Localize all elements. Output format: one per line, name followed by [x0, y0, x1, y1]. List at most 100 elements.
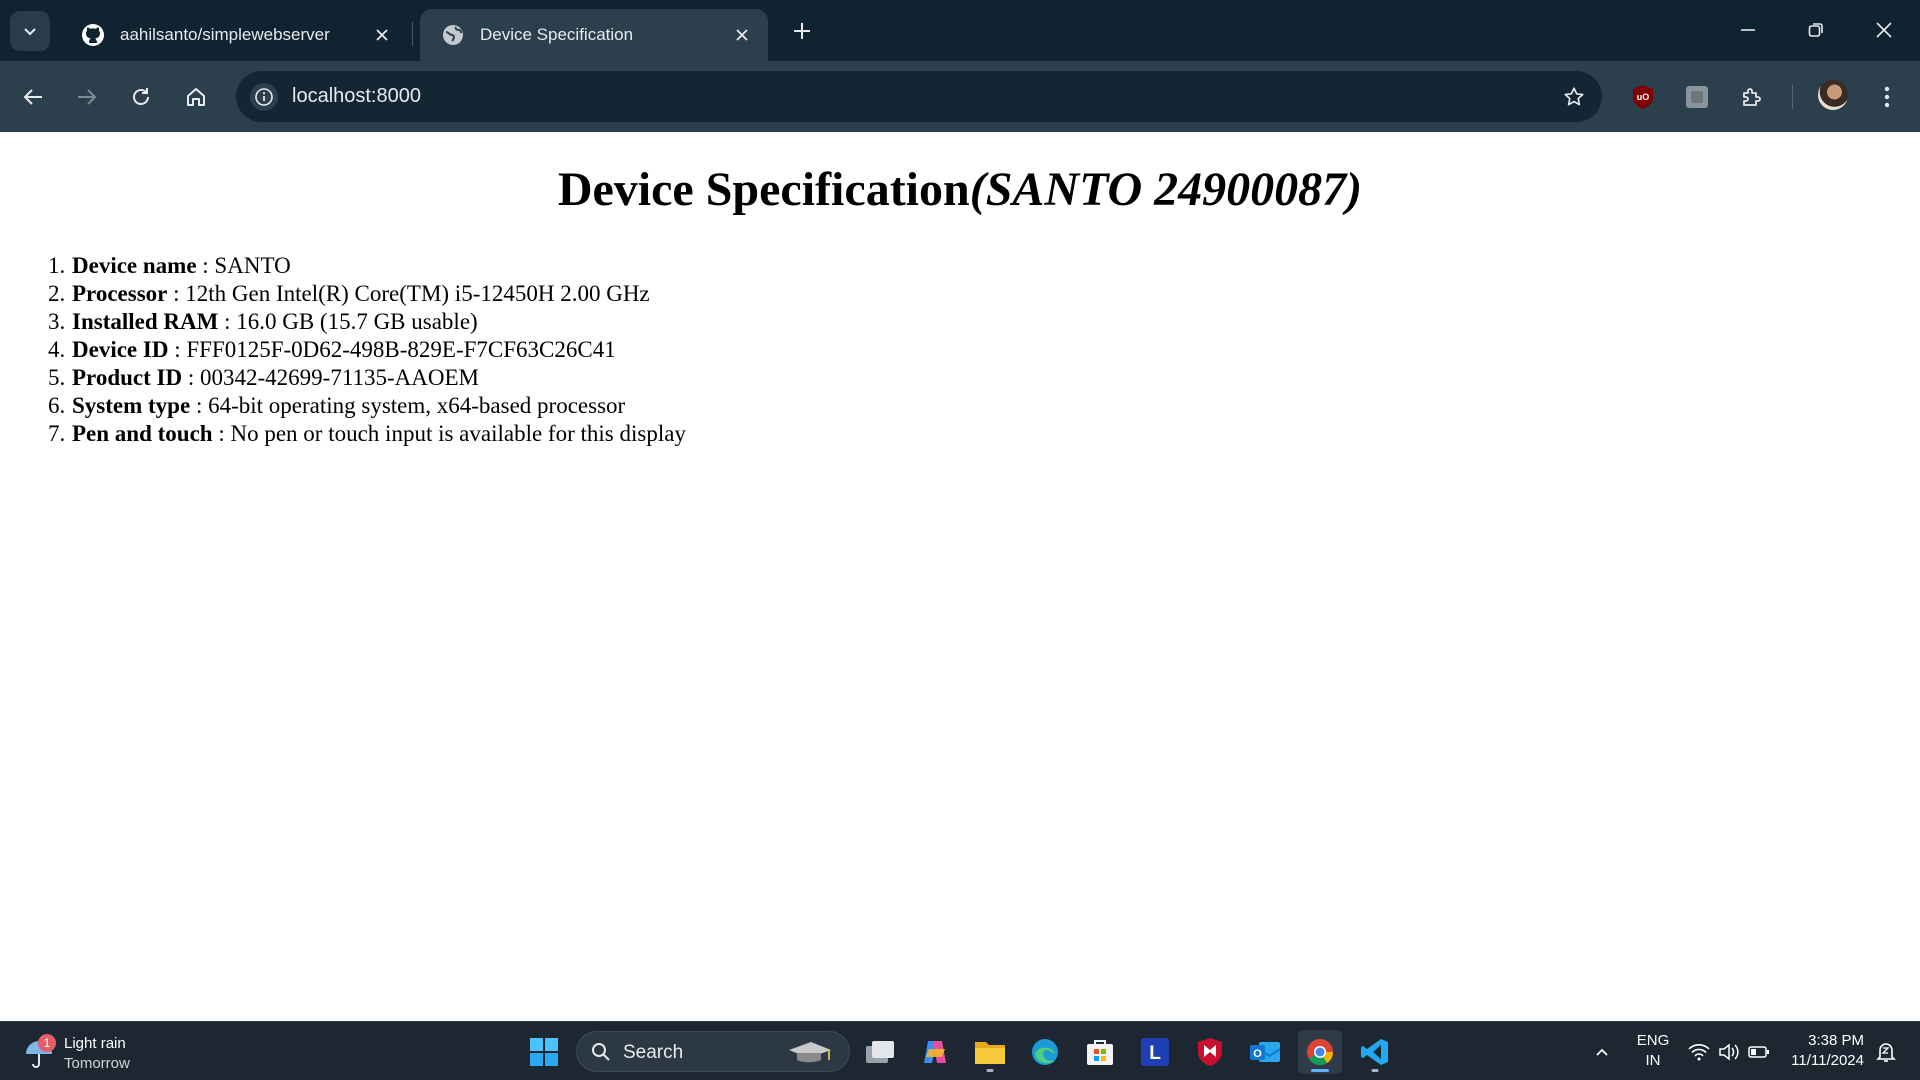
task-view-icon: [866, 1041, 894, 1063]
tab-github[interactable]: aahilsanto/simplewebserver: [60, 9, 408, 61]
list-item: 4. Device ID : FFF0125F-0D62-498B-829E-F7…: [48, 336, 686, 364]
edge-app[interactable]: [1023, 1030, 1067, 1074]
chevron-down-icon: [24, 28, 36, 36]
tab-search-button[interactable]: [10, 11, 50, 51]
home-icon: [187, 88, 205, 106]
copilot-app[interactable]: [913, 1030, 957, 1074]
graduation-cap-icon: [789, 1042, 831, 1063]
window-close-button[interactable]: [1862, 10, 1906, 50]
list-number: 7.: [48, 421, 66, 446]
search-label: Search: [623, 1042, 684, 1063]
list-number: 1.: [48, 253, 66, 278]
windows-logo-icon: [530, 1038, 558, 1066]
list-item: 3. Installed RAM : 16.0 GB (15.7 GB usabl…: [48, 308, 686, 336]
notifications-button[interactable]: [1872, 1030, 1900, 1074]
more-vertical-icon: [1884, 86, 1890, 108]
notification-badge: 1: [38, 1034, 56, 1052]
letter-l-icon: L: [1141, 1038, 1169, 1066]
outlook-icon: O: [1250, 1042, 1281, 1062]
edge-icon: [1032, 1039, 1058, 1065]
home-button[interactable]: [177, 78, 215, 116]
language-indicator[interactable]: ENG IN: [1630, 1031, 1676, 1071]
running-indicator: [986, 1069, 994, 1072]
store-icon: [1087, 1040, 1113, 1065]
bookmark-star-icon[interactable]: [1560, 83, 1588, 111]
spec-label: Product ID: [72, 365, 183, 390]
url-text[interactable]: localhost:8000: [292, 85, 421, 108]
web-page: Device Specification(SANTO 24900087) 1. D…: [0, 132, 1920, 1021]
outlook-app[interactable]: O: [1243, 1030, 1287, 1074]
chevron-up-icon: [1596, 1048, 1608, 1056]
back-button[interactable]: [14, 78, 52, 116]
close-icon[interactable]: [730, 23, 754, 47]
page-title: Device Specification(SANTO 24900087): [0, 162, 1920, 217]
arrow-left-icon: [23, 89, 42, 105]
list-number: 5.: [48, 365, 66, 390]
show-hidden-icons-button[interactable]: [1590, 1030, 1614, 1074]
list-item: 2. Processor : 12th Gen Intel(R) Core(TM)…: [48, 280, 686, 308]
weather-subtitle: Tomorrow: [64, 1055, 130, 1072]
microsoft-store-app[interactable]: [1078, 1030, 1122, 1074]
new-tab-button[interactable]: [786, 15, 818, 47]
list-item: 7. Pen and touch : No pen or touch input …: [48, 420, 686, 448]
plus-icon: [794, 23, 810, 39]
restore-icon: [1808, 23, 1823, 37]
reload-icon: [133, 88, 149, 105]
tab-strip: aahilsanto/simplewebserver Device Specif…: [0, 0, 1920, 61]
extension-icon[interactable]: [1678, 78, 1716, 116]
clock-date: 11/11/2024: [1791, 1052, 1864, 1069]
list-number: 3.: [48, 309, 66, 334]
copilot-icon: [924, 1041, 946, 1063]
taskbar-search[interactable]: Search: [576, 1031, 850, 1072]
svg-text:L: L: [1149, 1043, 1161, 1064]
quick-settings-button[interactable]: [1684, 1030, 1774, 1074]
weather-widget[interactable]: 1 Light rain Tomorrow: [22, 1030, 152, 1074]
spec-label: Device ID: [72, 337, 169, 362]
start-button[interactable]: [522, 1030, 566, 1074]
spec-value: : 16.0 GB (15.7 GB usable): [218, 309, 478, 334]
windows-taskbar: 1 Light rain Tomorrow Search L O ENG IN …: [0, 1021, 1920, 1080]
spec-label: Processor: [72, 281, 168, 306]
l-app[interactable]: L: [1133, 1030, 1177, 1074]
tab-device-specification[interactable]: Device Specification: [420, 9, 768, 61]
tab-divider: [412, 22, 413, 46]
mcafee-app[interactable]: [1188, 1030, 1232, 1074]
language-code: ENG: [1636, 1032, 1670, 1049]
ublock-extension-icon[interactable]: uO: [1624, 78, 1662, 116]
chrome-icon: [1307, 1039, 1334, 1066]
address-bar[interactable]: localhost:8000: [236, 71, 1602, 122]
file-explorer-app[interactable]: [968, 1030, 1012, 1074]
restore-button[interactable]: [1794, 10, 1838, 50]
reload-button[interactable]: [122, 78, 160, 116]
svg-text:uO: uO: [1637, 92, 1650, 102]
spec-list: 1. Device name : SANTO 2. Processor : 12th…: [48, 252, 686, 448]
site-info-icon[interactable]: [250, 83, 278, 111]
globe-icon: [440, 22, 466, 48]
task-view-button[interactable]: [858, 1030, 902, 1074]
weather-title: Light rain: [64, 1035, 126, 1052]
list-number: 4.: [48, 337, 66, 362]
chrome-app[interactable]: [1298, 1030, 1342, 1074]
spec-label: System type: [72, 393, 191, 418]
tab-title: Device Specification: [480, 25, 634, 44]
minimize-button[interactable]: [1726, 10, 1770, 50]
profile-avatar[interactable]: [1818, 80, 1848, 110]
search-icon: [592, 1043, 610, 1061]
vscode-app[interactable]: [1353, 1030, 1397, 1074]
extensions-puzzle-icon[interactable]: [1733, 78, 1771, 116]
region-code: IN: [1645, 1052, 1661, 1069]
browser-toolbar: localhost:8000 uO: [0, 61, 1920, 132]
browser-menu-button[interactable]: [1868, 78, 1906, 116]
svg-text:O: O: [1253, 1048, 1262, 1060]
folder-icon: [975, 1042, 1005, 1064]
forward-button[interactable]: [68, 78, 106, 116]
close-icon[interactable]: [370, 23, 394, 47]
close-icon: [1876, 22, 1892, 38]
spec-value: : SANTO: [196, 253, 291, 278]
running-indicator: [1371, 1069, 1379, 1072]
battery-icon: [1748, 1046, 1769, 1058]
wifi-icon: [1688, 1044, 1710, 1061]
mcafee-shield-icon: [1198, 1038, 1222, 1066]
volume-icon: [1719, 1043, 1739, 1061]
minimize-icon: [1741, 29, 1755, 31]
